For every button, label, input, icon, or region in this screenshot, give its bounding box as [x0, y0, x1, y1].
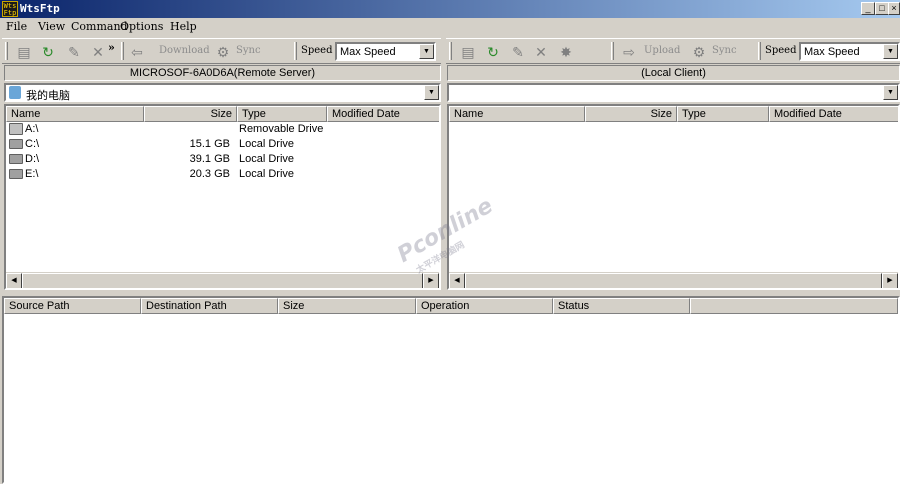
- speed-select[interactable]: Max Speed ▼: [799, 42, 900, 61]
- edit-icon[interactable]: ✎: [65, 43, 83, 61]
- title-bar: Wts Ftp WtsFtp _ □ ×: [0, 0, 900, 18]
- edit-icon[interactable]: ✎: [509, 43, 527, 61]
- local-drive-icon: [9, 139, 23, 149]
- column-header-filler: [690, 298, 898, 314]
- download-icon: ⇦: [131, 44, 143, 60]
- column-header-size[interactable]: Size: [278, 298, 416, 314]
- row-name: D:\: [25, 153, 40, 165]
- toolbar-grip[interactable]: [611, 42, 614, 60]
- sync-button[interactable]: Sync: [236, 45, 261, 56]
- column-header-modified[interactable]: Modified Date: [327, 106, 439, 122]
- column-header-type[interactable]: Type: [677, 106, 769, 122]
- speed-select[interactable]: Max Speed ▼: [335, 42, 436, 61]
- column-header-name[interactable]: Name: [6, 106, 144, 122]
- sync-icon: ⚙: [692, 44, 706, 60]
- toolbar-grip[interactable]: [758, 42, 761, 60]
- refresh-icon[interactable]: ↻: [484, 43, 502, 61]
- window-title: WtsFtp: [20, 2, 60, 15]
- toolbar-grip[interactable]: [121, 42, 124, 60]
- menu-options[interactable]: Options: [120, 20, 163, 33]
- row-name: A:\: [25, 123, 39, 135]
- table-row[interactable]: D:\ 39.1 GB Local Drive: [6, 152, 439, 167]
- speed-label: Speed: [765, 45, 797, 56]
- speed-value: Max Speed: [804, 46, 860, 58]
- local-drive-icon: [9, 154, 23, 164]
- row-size: 15.1 GB: [189, 138, 230, 150]
- chevron-down-icon[interactable]: ▼: [883, 85, 898, 100]
- horizontal-scrollbar[interactable]: ◀ ▶: [449, 272, 898, 288]
- row-type: Local Drive: [239, 153, 295, 165]
- column-header-source-path[interactable]: Source Path: [4, 298, 141, 314]
- scroll-thumb[interactable]: [22, 273, 423, 288]
- scroll-left-icon[interactable]: ◀: [6, 273, 22, 288]
- delete-icon[interactable]: ✕: [89, 43, 107, 61]
- column-header-size[interactable]: Size: [144, 106, 237, 122]
- table-row[interactable]: A:\ Removable Drive: [6, 122, 439, 137]
- close-button[interactable]: ×: [888, 2, 900, 15]
- menu-file[interactable]: File: [6, 20, 27, 33]
- wtsftp-logo-icon: Wts Ftp: [2, 1, 18, 17]
- column-header-status[interactable]: Status: [553, 298, 690, 314]
- menu-view[interactable]: View: [38, 20, 65, 33]
- remote-panel-caption: MICROSOF-6A0D6A(Remote Server): [4, 65, 441, 81]
- sync-button[interactable]: Sync: [712, 45, 737, 56]
- remote-toolbar: ▤ ↻ ✎ ✕ » ⇦ Download ⚙ Sync Speed Max Sp…: [2, 38, 441, 64]
- row-name: C:\: [25, 138, 40, 150]
- column-header-operation[interactable]: Operation: [416, 298, 553, 314]
- remote-path-value: 我的电脑: [26, 90, 70, 102]
- local-panel-caption: (Local Client): [447, 65, 900, 81]
- chevron-down-icon[interactable]: ▼: [883, 44, 898, 59]
- minimize-button[interactable]: _: [861, 2, 875, 15]
- computer-icon: [9, 86, 21, 99]
- local-toolbar: ▤ ↻ ✎ ✕ ✸ ⇨ Upload ⚙ Sync Speed Max Spee…: [446, 38, 900, 64]
- menu-bar: File View Command Options Help: [0, 18, 900, 36]
- toolbar-grip[interactable]: [449, 42, 452, 60]
- transfer-queue: Source Path Destination Path Size Operat…: [2, 296, 900, 484]
- horizontal-scrollbar[interactable]: ◀ ▶: [6, 272, 439, 288]
- row-type: Local Drive: [239, 138, 295, 150]
- toolbar-grip[interactable]: [5, 42, 8, 60]
- menu-help[interactable]: Help: [170, 20, 197, 33]
- sync-icon: ⚙: [216, 44, 230, 60]
- row-size: 39.1 GB: [189, 153, 230, 165]
- open-folder-icon[interactable]: ▤: [15, 43, 33, 61]
- local-path-select[interactable]: ▼: [447, 83, 900, 102]
- column-header-name[interactable]: Name: [449, 106, 585, 122]
- local-drive-icon: [9, 169, 23, 179]
- toolbar-grip[interactable]: [294, 42, 297, 60]
- row-type: Local Drive: [239, 168, 295, 180]
- column-header-destination-path[interactable]: Destination Path: [141, 298, 278, 314]
- scroll-thumb[interactable]: [465, 273, 882, 288]
- open-folder-icon[interactable]: ▤: [459, 43, 477, 61]
- upload-button[interactable]: Upload: [644, 45, 680, 56]
- column-header-modified[interactable]: Modified Date: [769, 106, 898, 122]
- remote-file-list: Name Size Type Modified Date A:\ Removab…: [4, 104, 441, 290]
- upload-icon: ⇨: [623, 44, 635, 60]
- local-file-list: Name Size Type Modified Date ◀ ▶: [447, 104, 900, 290]
- speed-label: Speed: [301, 45, 333, 56]
- column-header-type[interactable]: Type: [237, 106, 327, 122]
- chevron-down-icon[interactable]: ▼: [424, 85, 439, 100]
- scroll-right-icon[interactable]: ▶: [882, 273, 898, 288]
- download-button[interactable]: Download: [159, 45, 210, 56]
- table-row[interactable]: C:\ 15.1 GB Local Drive: [6, 137, 439, 152]
- removable-drive-icon: [9, 123, 23, 135]
- remote-path-select[interactable]: 我的电脑 ▼: [4, 83, 441, 102]
- row-name: E:\: [25, 168, 39, 180]
- speed-value: Max Speed: [340, 46, 396, 58]
- row-size: 20.3 GB: [189, 168, 230, 180]
- maximize-button[interactable]: □: [875, 2, 889, 15]
- row-type: Removable Drive: [239, 123, 324, 135]
- toolbar-more-chevron[interactable]: »: [108, 41, 115, 54]
- column-header-size[interactable]: Size: [585, 106, 677, 122]
- table-row[interactable]: E:\ 20.3 GB Local Drive: [6, 167, 439, 182]
- new-folder-icon[interactable]: ✸: [557, 43, 575, 61]
- chevron-down-icon[interactable]: ▼: [419, 44, 434, 59]
- refresh-icon[interactable]: ↻: [39, 43, 57, 61]
- delete-icon[interactable]: ✕: [532, 43, 550, 61]
